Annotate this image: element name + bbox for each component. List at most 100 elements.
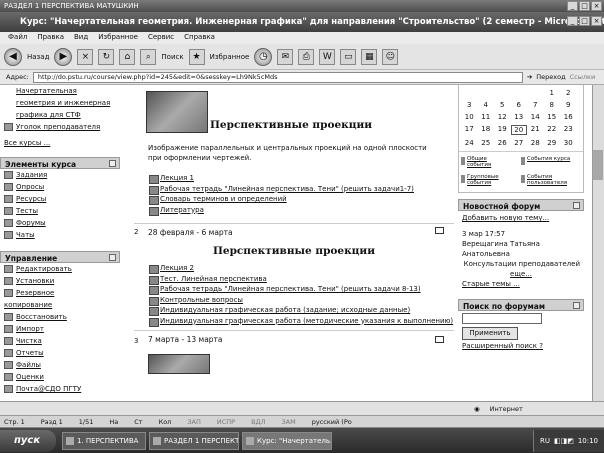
cal-day[interactable]: 27 bbox=[511, 139, 528, 147]
cal-day-today[interactable]: 20 bbox=[510, 125, 527, 135]
cal-day[interactable]: 30 bbox=[560, 139, 577, 147]
element-forums-text[interactable]: Форумы bbox=[16, 219, 46, 227]
cal-day[interactable]: 1 bbox=[544, 89, 561, 97]
back-label[interactable]: Назад bbox=[27, 53, 49, 61]
mail-icon[interactable]: ✉ bbox=[277, 48, 294, 65]
ie-minimize-button[interactable]: _ bbox=[567, 16, 578, 26]
cal-day[interactable]: 26 bbox=[494, 139, 511, 147]
element-assignments[interactable]: Задания bbox=[0, 169, 120, 181]
cal-day[interactable]: 29 bbox=[544, 139, 561, 147]
course-link-text2[interactable]: геометрия и инженерная bbox=[16, 99, 110, 107]
ie-maximize-button[interactable]: □ bbox=[579, 16, 590, 26]
menu-favorites[interactable]: Избранное bbox=[98, 33, 138, 43]
favorites-label[interactable]: Избранное bbox=[210, 53, 250, 61]
element-tests[interactable]: Тесты bbox=[0, 205, 120, 217]
section-toggle-icon[interactable] bbox=[435, 335, 444, 343]
admin-settings-text[interactable]: Установки bbox=[16, 277, 54, 285]
course-link-line1[interactable]: Начертательная bbox=[0, 85, 120, 97]
advanced-search-text[interactable]: Расширенный поиск bbox=[462, 342, 537, 350]
ie-close-button[interactable]: × bbox=[591, 16, 602, 26]
cal-day[interactable]: 10 bbox=[461, 113, 478, 121]
go-arrow-icon[interactable]: ➔ bbox=[527, 73, 532, 81]
admin-files[interactable]: Файлы bbox=[0, 359, 120, 371]
admin-backup-text[interactable]: Резервное bbox=[16, 289, 54, 297]
cal-day[interactable]: 17 bbox=[461, 125, 478, 135]
task-word-doc[interactable]: РАЗДЕЛ 1 ПЕРСПЕКТ... bbox=[149, 431, 239, 450]
cal-day[interactable]: 4 bbox=[478, 101, 495, 109]
admin-restore[interactable]: Восстановить bbox=[0, 311, 120, 323]
admin-backup-line2[interactable]: копирование bbox=[0, 299, 120, 311]
cal-day[interactable]: 8 bbox=[544, 101, 561, 109]
activity-glossary[interactable]: Словарь терминов и определений bbox=[148, 194, 454, 205]
cal-day[interactable]: 3 bbox=[461, 101, 478, 109]
start-button[interactable]: пуск bbox=[0, 429, 56, 452]
course-link-line3[interactable]: графика для СТФ bbox=[0, 109, 120, 121]
activity-test[interactable]: Тест. Линейная перспектива bbox=[148, 274, 454, 284]
task-perspective[interactable]: 1. ПЕРСПЕКТИВА bbox=[62, 431, 146, 450]
minimize-button[interactable]: _ bbox=[567, 1, 578, 11]
admin-import[interactable]: Импорт bbox=[0, 323, 120, 335]
scrollbar-thumb[interactable] bbox=[593, 150, 603, 180]
cal-day[interactable]: 28 bbox=[527, 139, 544, 147]
cal-day[interactable]: 7 bbox=[527, 101, 544, 109]
legend-group[interactable]: Групповые события bbox=[461, 174, 521, 186]
activity-lecture-2[interactable]: Лекция 2 bbox=[148, 263, 454, 274]
element-forums[interactable]: Форумы bbox=[0, 217, 120, 229]
forum-search-button[interactable]: Применить bbox=[462, 327, 518, 340]
menu-edit[interactable]: Правка bbox=[37, 33, 64, 43]
favorites-star-icon[interactable]: ★ bbox=[188, 48, 205, 65]
admin-grades[interactable]: Оценки bbox=[0, 371, 120, 383]
element-chats[interactable]: Чаты bbox=[0, 229, 120, 241]
cal-day[interactable]: 22 bbox=[544, 125, 561, 135]
activity-questions[interactable]: Контрольные вопросы bbox=[148, 295, 454, 305]
news-old-topics[interactable]: Старые темы ... bbox=[462, 279, 580, 289]
go-button[interactable]: Переход bbox=[536, 73, 565, 81]
start-label[interactable]: пуск bbox=[14, 435, 40, 446]
all-courses-text[interactable]: Все курсы ... bbox=[4, 139, 50, 147]
cal-day[interactable]: 18 bbox=[478, 125, 495, 135]
language-indicator[interactable]: RU bbox=[540, 437, 550, 445]
messenger-icon[interactable]: ☺ bbox=[382, 48, 399, 65]
cal-day[interactable]: 14 bbox=[527, 113, 544, 121]
admin-edit-text[interactable]: Редактировать bbox=[16, 265, 72, 273]
legend-global-l2[interactable]: события bbox=[467, 162, 521, 168]
element-polls[interactable]: Опросы bbox=[0, 181, 120, 193]
word-edit-icon[interactable]: W bbox=[319, 48, 336, 65]
cal-day[interactable]: 19 bbox=[494, 125, 511, 135]
research-icon[interactable]: ▦ bbox=[361, 48, 378, 65]
stop-icon[interactable]: × bbox=[77, 48, 94, 65]
admin-reports[interactable]: Отчеты bbox=[0, 347, 120, 359]
menu-view[interactable]: Вид bbox=[74, 33, 88, 43]
legend-course-l1[interactable]: События курса bbox=[527, 156, 581, 162]
cal-day[interactable]: 23 bbox=[560, 125, 577, 135]
task-word-doc-label[interactable]: РАЗДЕЛ 1 ПЕРСПЕКТ... bbox=[164, 437, 238, 445]
vertical-scrollbar[interactable] bbox=[592, 85, 604, 401]
collapse-icon[interactable] bbox=[573, 202, 580, 209]
collapse-icon[interactable] bbox=[109, 160, 116, 167]
refresh-icon[interactable]: ↻ bbox=[98, 48, 115, 65]
teacher-corner-link[interactable]: Уголок преподавателя bbox=[0, 121, 120, 133]
advanced-search-link[interactable]: Расширенный поиск ? bbox=[462, 342, 580, 350]
search-label[interactable]: Поиск bbox=[161, 53, 183, 61]
menu-help[interactable]: Справка bbox=[184, 33, 215, 43]
admin-backup[interactable]: Резервное bbox=[0, 287, 120, 299]
collapse-icon[interactable] bbox=[573, 302, 580, 309]
help-icon[interactable]: ? bbox=[539, 342, 543, 350]
element-polls-text[interactable]: Опросы bbox=[16, 183, 44, 191]
task-ie-course[interactable]: Курс: "Начертатель... bbox=[242, 431, 332, 450]
cal-day[interactable]: 12 bbox=[494, 113, 511, 121]
course-link-text3[interactable]: графика для СТФ bbox=[16, 111, 81, 119]
admin-mail[interactable]: Почта@СДО ПГТУ bbox=[0, 383, 120, 395]
discuss-icon[interactable]: ▭ bbox=[340, 48, 357, 65]
legend-user[interactable]: События пользователя bbox=[521, 174, 581, 186]
cal-day[interactable]: 15 bbox=[544, 113, 561, 121]
back-arrow-icon[interactable]: ◀ bbox=[4, 47, 22, 66]
history-icon[interactable]: ◷ bbox=[254, 47, 273, 66]
legend-user-l2[interactable]: пользователя bbox=[527, 180, 581, 186]
activity-individual-guide[interactable]: Индивидуальная графическая работа (метод… bbox=[148, 316, 454, 327]
task-ie-course-label[interactable]: Курс: "Начертатель... bbox=[257, 437, 331, 445]
admin-restore-text[interactable]: Восстановить bbox=[16, 313, 67, 321]
cal-day[interactable]: 9 bbox=[560, 101, 577, 109]
news-add-topic[interactable]: Добавить новую тему... bbox=[462, 213, 580, 223]
all-courses-link[interactable]: Все курсы ... bbox=[0, 137, 120, 149]
